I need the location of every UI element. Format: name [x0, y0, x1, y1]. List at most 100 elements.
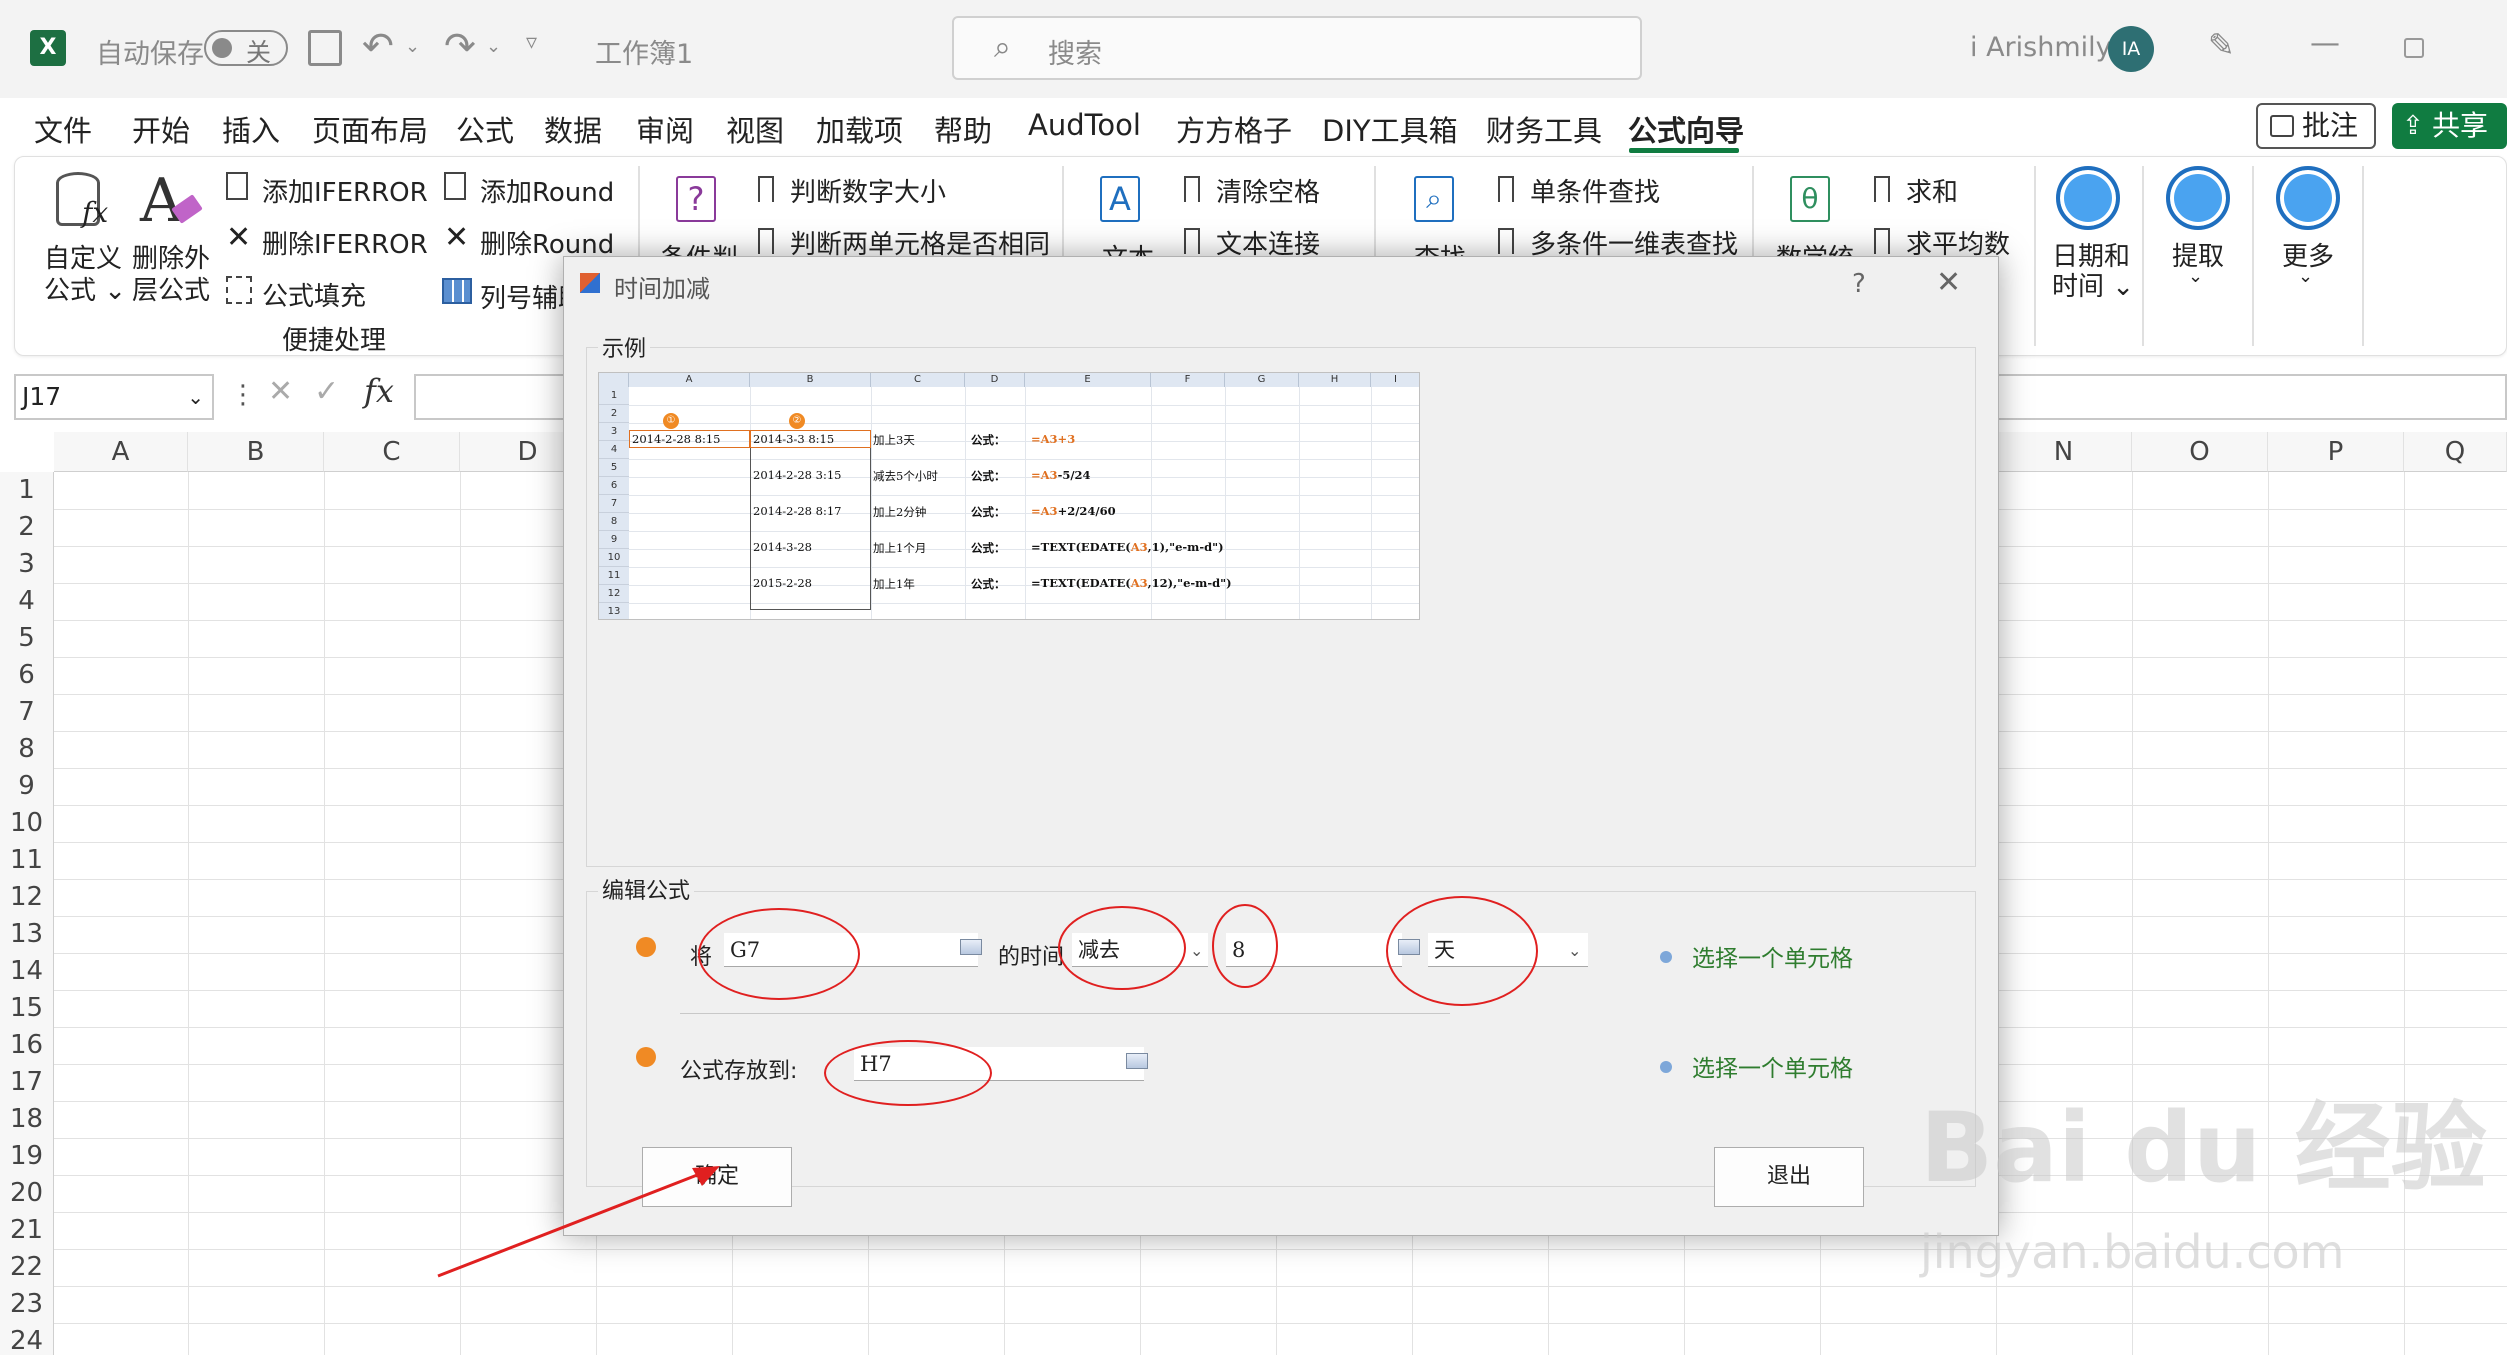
- add-iferror-button[interactable]: 添加IFERROR: [262, 172, 428, 209]
- remove-external-icon[interactable]: A: [140, 166, 183, 236]
- row-header[interactable]: 5: [0, 620, 54, 657]
- sample-d3: 公式：: [971, 433, 1006, 447]
- custom-formula-label-2[interactable]: 公式 ⌄: [44, 270, 126, 307]
- tab-5[interactable]: 数据: [544, 108, 602, 150]
- cell-picker-icon[interactable]: [1126, 1053, 1148, 1069]
- clear-spaces-button[interactable]: 清除空格: [1216, 172, 1320, 209]
- remove-iferror-button[interactable]: 删除IFERROR: [262, 224, 428, 261]
- search-input[interactable]: ⌕ 搜索: [952, 16, 1642, 80]
- grid-col-line: [2404, 472, 2405, 1355]
- tab-12[interactable]: DIY工具箱: [1322, 108, 1458, 150]
- tab-9[interactable]: 帮助: [934, 108, 992, 150]
- row-header[interactable]: 18: [0, 1101, 54, 1138]
- tab-0[interactable]: 文件: [34, 108, 92, 150]
- help-icon[interactable]: ?: [1852, 269, 1866, 299]
- cell-picker-icon[interactable]: [960, 939, 982, 955]
- chevron-down-icon[interactable]: ⌄: [2188, 266, 2203, 287]
- tab-1[interactable]: 开始: [132, 108, 190, 150]
- datetime-icon[interactable]: [2056, 166, 2120, 230]
- column-header[interactable]: B: [188, 432, 324, 472]
- row-header[interactable]: 1: [0, 472, 54, 509]
- sample-column-header: B: [750, 373, 871, 387]
- row-header[interactable]: 6: [0, 657, 54, 694]
- tab-8[interactable]: 加载项: [816, 108, 903, 150]
- row-header[interactable]: 11: [0, 842, 54, 879]
- remove-external-label-2[interactable]: 层公式: [132, 270, 210, 307]
- sum-button[interactable]: 求和: [1906, 172, 1958, 209]
- row-header[interactable]: 22: [0, 1249, 54, 1286]
- row-header[interactable]: 17: [0, 1064, 54, 1101]
- comment-button[interactable]: 批注: [2256, 103, 2376, 149]
- undo-dropdown-icon[interactable]: ⌄: [405, 36, 420, 57]
- row-header[interactable]: 13: [0, 916, 54, 953]
- extract-icon[interactable]: [2166, 166, 2230, 230]
- restore-icon[interactable]: [2404, 38, 2424, 58]
- row-header[interactable]: 4: [0, 583, 54, 620]
- column-header[interactable]: Q: [2404, 432, 2507, 472]
- tab-2[interactable]: 插入: [222, 108, 280, 150]
- name-box[interactable]: J17 ⌄: [14, 374, 214, 420]
- row-header[interactable]: 12: [0, 879, 54, 916]
- row-header[interactable]: 3: [0, 546, 54, 583]
- tab-14[interactable]: 公式向导: [1628, 108, 1744, 150]
- exit-button[interactable]: 退出: [1714, 1147, 1864, 1207]
- tab-3[interactable]: 页面布局: [312, 108, 428, 150]
- row-header[interactable]: 16: [0, 1027, 54, 1064]
- comment-label: 批注: [2302, 109, 2359, 142]
- formula-fill-button[interactable]: 公式填充: [262, 276, 366, 313]
- cancel-icon[interactable]: ✕: [268, 374, 293, 409]
- chevron-down-icon[interactable]: ⌄: [2298, 266, 2313, 287]
- row-header[interactable]: 24: [0, 1323, 54, 1355]
- redo-dropdown-icon[interactable]: ⌄: [486, 36, 501, 57]
- more-icon[interactable]: [2276, 166, 2340, 230]
- customize-toolbar-icon[interactable]: ▿: [526, 30, 537, 55]
- column-header[interactable]: A: [54, 432, 188, 472]
- share-button[interactable]: ⇪ 共享: [2392, 103, 2507, 149]
- column-header[interactable]: N: [1996, 432, 2132, 472]
- column-header[interactable]: P: [2268, 432, 2404, 472]
- tab-6[interactable]: 审阅: [636, 108, 694, 150]
- minimize-icon[interactable]: —: [2310, 26, 2340, 61]
- row-header[interactable]: 19: [0, 1138, 54, 1175]
- column-header[interactable]: C: [324, 432, 460, 472]
- single-lookup-button[interactable]: 单条件查找: [1530, 172, 1660, 209]
- more-options-icon[interactable]: ⋮: [230, 380, 256, 410]
- add-round-button[interactable]: 添加Round: [480, 172, 614, 209]
- column-header[interactable]: O: [2132, 432, 2268, 472]
- sample-column-header: A: [629, 373, 750, 387]
- row-header[interactable]: 7: [0, 694, 54, 731]
- chevron-down-icon[interactable]: ⌄: [1190, 941, 1203, 960]
- row-header[interactable]: 9: [0, 768, 54, 805]
- save-icon[interactable]: [308, 30, 342, 66]
- condition-icon[interactable]: ?: [676, 176, 716, 222]
- is-number-button[interactable]: 判断数字大小: [790, 172, 946, 209]
- chevron-down-icon[interactable]: ⌄: [1568, 941, 1581, 960]
- confirm-icon[interactable]: ✓: [314, 374, 339, 409]
- row-header[interactable]: 23: [0, 1286, 54, 1323]
- datetime-label-2[interactable]: 时间 ⌄: [2052, 266, 2134, 303]
- pen-icon[interactable]: ✎: [2208, 26, 2235, 64]
- tab-10[interactable]: AudTool: [1028, 108, 1141, 142]
- row-header[interactable]: 20: [0, 1175, 54, 1212]
- undo-icon[interactable]: ↶: [362, 24, 394, 68]
- row-header[interactable]: 10: [0, 805, 54, 842]
- user-name[interactable]: i Arishmily: [1970, 32, 2112, 63]
- text-icon[interactable]: A: [1100, 176, 1140, 222]
- tab-4[interactable]: 公式: [456, 108, 514, 150]
- lookup-icon[interactable]: ⌕: [1414, 176, 1454, 222]
- row-header[interactable]: 2: [0, 509, 54, 546]
- close-icon[interactable]: ✕: [1936, 265, 1961, 300]
- insert-function-icon[interactable]: fx: [364, 372, 394, 410]
- row-header[interactable]: 14: [0, 953, 54, 990]
- row-header[interactable]: 8: [0, 731, 54, 768]
- tab-11[interactable]: 方方格子: [1176, 108, 1292, 150]
- tab-13[interactable]: 财务工具: [1486, 108, 1602, 150]
- autosave-toggle[interactable]: 关: [204, 30, 288, 67]
- row-header[interactable]: 15: [0, 990, 54, 1027]
- avatar[interactable]: IA: [2108, 26, 2154, 72]
- redo-icon[interactable]: ↷: [444, 24, 476, 68]
- math-icon[interactable]: θ: [1790, 176, 1830, 222]
- row-header[interactable]: 21: [0, 1212, 54, 1249]
- share-label: 共享: [2432, 109, 2489, 142]
- tab-7[interactable]: 视图: [726, 108, 784, 150]
